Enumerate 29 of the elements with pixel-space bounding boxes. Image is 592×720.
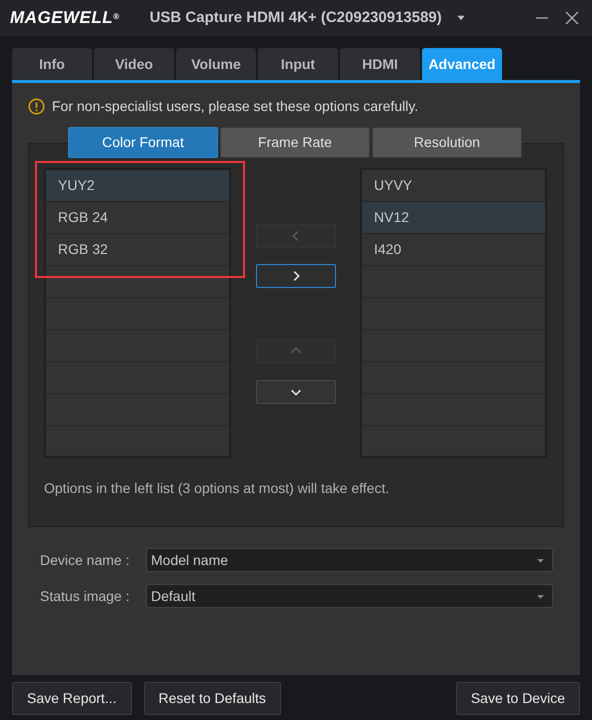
action-button[interactable]: Save to Device	[456, 682, 580, 715]
field-label: Status image :	[40, 586, 130, 606]
close-icon	[564, 10, 580, 26]
move-right-button[interactable]	[256, 264, 336, 288]
close-button[interactable]	[564, 10, 580, 26]
sub-tab[interactable]: Color Format	[68, 127, 218, 158]
tab[interactable]: HDMI	[340, 48, 420, 80]
dropdown-field[interactable]: Default	[146, 584, 553, 608]
action-button[interactable]: Save Report...	[12, 682, 132, 715]
logo: MAGEWELL$^{®}$	[10, 7, 120, 30]
minimize-icon	[536, 17, 548, 19]
sub-tab[interactable]: Resolution	[372, 127, 522, 158]
dropdown-field[interactable]: Model name	[146, 548, 553, 572]
action-button[interactable]: Reset to Defaults	[144, 682, 281, 715]
tab[interactable]: Volume	[176, 48, 256, 80]
tab[interactable]: Info	[12, 48, 92, 80]
tab[interactable]: Input	[258, 48, 338, 80]
tab[interactable]: Video	[94, 48, 174, 80]
note-text: Options in the left list (3 options at most) will take effect.	[44, 479, 390, 498]
sub-tab[interactable]: Frame Rate	[220, 127, 370, 158]
warning-icon	[28, 98, 45, 115]
field-label: Device name :	[40, 550, 130, 570]
list-item[interactable]: RGB 24	[46, 202, 229, 234]
list-item[interactable]: RGB 32	[46, 234, 229, 266]
list-item[interactable]: YUY2	[46, 170, 229, 202]
device-title: USB Capture HDMI 4K+ (C209230913589)	[150, 8, 442, 28]
list-item[interactable]: I420	[362, 234, 545, 266]
list-item[interactable]: NV12	[362, 202, 545, 234]
warning-text: For non-specialist users, please set these options carefully.	[52, 97, 418, 116]
